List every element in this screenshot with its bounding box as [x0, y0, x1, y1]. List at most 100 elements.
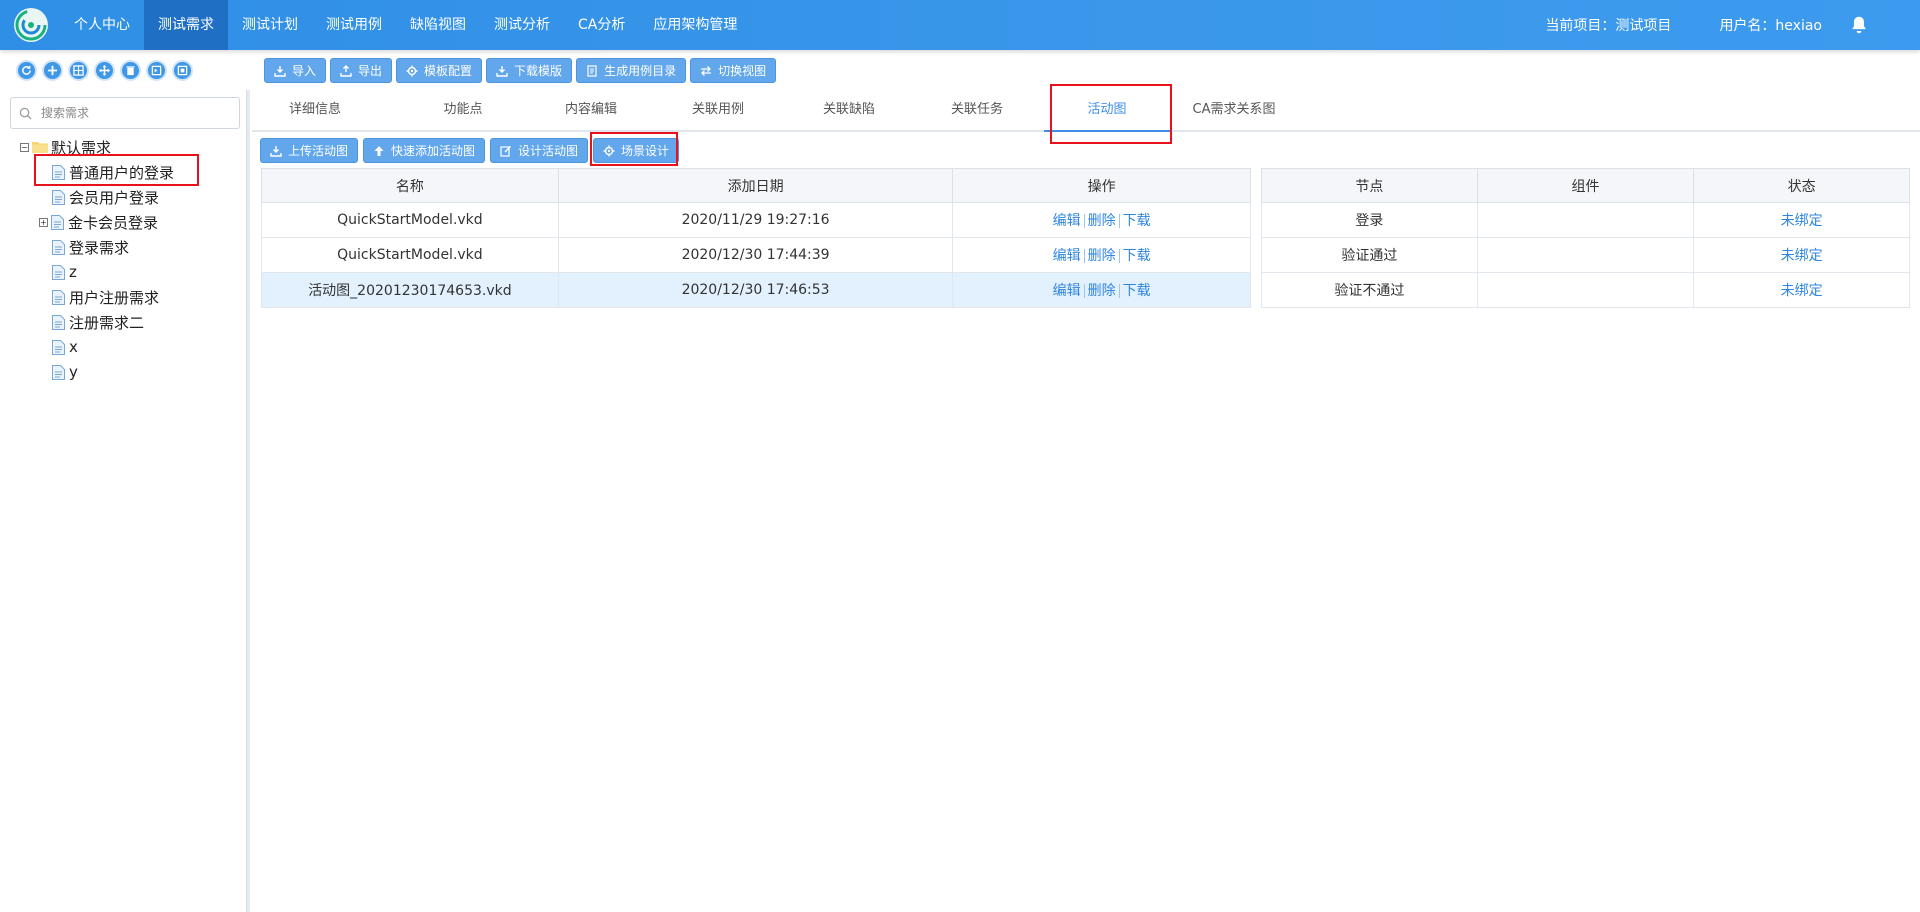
delete-node-button[interactable]: [120, 60, 141, 81]
download-link[interactable]: 下载: [1120, 248, 1154, 264]
unbound-link[interactable]: 未绑定: [1781, 248, 1823, 264]
file-date-cell: 2020/12/30 17:44:39: [557, 237, 954, 273]
generate-case-directory-label: 生成用例目录: [604, 64, 677, 78]
design-activity-button[interactable]: 设计活动图: [490, 138, 589, 163]
table-row[interactable]: 验证通过 未绑定: [1261, 237, 1910, 273]
column-header-status: 状态: [1693, 168, 1910, 203]
node-cell: 验证通过: [1261, 237, 1478, 273]
template-config-button[interactable]: 模板配置: [396, 58, 483, 83]
table-row[interactable]: 登录 未绑定: [1261, 202, 1910, 238]
current-project[interactable]: 当前项目：测试项目: [1545, 15, 1671, 35]
tree-node-item[interactable]: 用户注册需求: [52, 286, 159, 308]
document-icon: [52, 264, 65, 280]
table-row-selected[interactable]: 活动图_20201230174653.vkd 2020/12/30 17:46:…: [261, 272, 1251, 308]
status-cell: 未绑定: [1693, 272, 1910, 308]
generate-case-directory-button[interactable]: 生成用例目录: [576, 58, 687, 83]
main-toolbar: 导入 导出 模板配置 下载模版 生成用例目录 切换视图: [264, 58, 777, 83]
edit-link[interactable]: 编辑: [1050, 213, 1084, 229]
upload-activity-button[interactable]: 上传活动图: [260, 138, 359, 163]
document-icon: [52, 239, 65, 255]
gear-icon: [603, 145, 615, 156]
download-template-label: 下载模版: [514, 64, 563, 78]
unbound-link[interactable]: 未绑定: [1781, 213, 1823, 229]
export-button[interactable]: 导出: [330, 58, 393, 83]
username[interactable]: 用户名：hexiao: [1719, 15, 1822, 35]
expand-toggle-icon[interactable]: +: [39, 217, 48, 227]
tab-details[interactable]: 详细信息: [252, 90, 378, 132]
tab-ca-relation-diagram[interactable]: CA需求关系图: [1171, 90, 1297, 132]
file-name-cell: QuickStartModel.vkd: [261, 237, 559, 273]
tab-related-tasks[interactable]: 关联任务: [914, 90, 1040, 132]
switch-view-button[interactable]: 切换视图: [690, 58, 777, 83]
delete-link[interactable]: 删除: [1085, 213, 1119, 229]
tree-node-item[interactable]: z: [52, 261, 77, 283]
tab-related-cases[interactable]: 关联用例: [655, 90, 781, 132]
save-node-button[interactable]: [172, 60, 193, 81]
tab-function-points[interactable]: 功能点: [400, 90, 526, 132]
panel-splitter[interactable]: [246, 90, 250, 912]
activity-toolbar: 上传活动图 快速添加活动图 设计活动图 场景设计: [260, 138, 680, 163]
table-row[interactable]: QuickStartModel.vkd 2020/11/29 19:27:16 …: [261, 202, 1251, 238]
column-header-name: 名称: [261, 168, 559, 203]
bell-icon[interactable]: [1848, 14, 1870, 36]
tree-node-root[interactable]: − 默认需求: [20, 136, 111, 158]
download-link[interactable]: 下载: [1120, 213, 1154, 229]
switch-view-label: 切换视图: [718, 64, 767, 78]
edit-link[interactable]: 编辑: [1050, 248, 1084, 264]
delete-link[interactable]: 删除: [1085, 248, 1119, 264]
quick-add-activity-label: 快速添加活动图: [391, 144, 476, 158]
document-icon: [52, 164, 65, 180]
tree-node-item[interactable]: y: [52, 361, 78, 383]
tree-node-item[interactable]: 登录需求: [52, 236, 129, 258]
nav-defect-view[interactable]: 缺陷视图: [396, 0, 480, 50]
tab-activity-diagram[interactable]: 活动图: [1044, 90, 1170, 132]
import-button[interactable]: 导入: [264, 58, 327, 83]
nav-personal-center[interactable]: 个人中心: [60, 0, 144, 50]
tab-related-defects[interactable]: 关联缺陷: [786, 90, 912, 132]
download-template-button[interactable]: 下载模版: [486, 58, 573, 83]
file-name-cell: 活动图_20201230174653.vkd: [261, 272, 559, 308]
column-header-date: 添加日期: [557, 168, 954, 203]
tab-content-edit[interactable]: 内容编辑: [528, 90, 654, 132]
add-node-button[interactable]: [42, 60, 63, 81]
folder-icon: [32, 142, 48, 153]
tree-node-item[interactable]: + 金卡会员登录: [39, 211, 158, 233]
tree-node-item[interactable]: 普通用户的登录: [52, 161, 174, 183]
document-icon: [51, 214, 64, 230]
node-cell: 登录: [1261, 202, 1478, 238]
document-icon: [52, 314, 65, 330]
search-input[interactable]: [41, 103, 231, 123]
tree-node-item[interactable]: x: [52, 336, 78, 358]
nav-test-plan[interactable]: 测试计划: [228, 0, 312, 50]
table-row[interactable]: 验证不通过 未绑定: [1261, 272, 1910, 308]
grid-button[interactable]: [68, 60, 89, 81]
edit-link[interactable]: 编辑: [1050, 283, 1084, 299]
delete-link[interactable]: 删除: [1085, 283, 1119, 299]
nav-ca-analysis[interactable]: CA分析: [564, 0, 639, 50]
collapse-toggle-icon[interactable]: −: [20, 142, 29, 152]
unbound-link[interactable]: 未绑定: [1781, 283, 1823, 299]
file-date-cell: 2020/12/30 17:46:53: [557, 272, 954, 308]
move-button[interactable]: [94, 60, 115, 81]
refresh-button[interactable]: [16, 60, 37, 81]
search-icon: [19, 107, 32, 120]
document-icon: [52, 339, 65, 355]
nav-test-analysis[interactable]: 测试分析: [480, 0, 564, 50]
save-icon: [177, 65, 188, 76]
file-date-cell: 2020/11/29 19:27:16: [557, 202, 954, 238]
document-icon: [587, 64, 597, 77]
quick-add-activity-button[interactable]: 快速添加活动图: [363, 138, 486, 163]
tree-node-item[interactable]: 注册需求二: [52, 311, 144, 333]
document-icon: [52, 189, 65, 205]
scenario-design-button[interactable]: 场景设计: [593, 138, 680, 163]
export-node-button[interactable]: [146, 60, 167, 81]
nav-test-requirements[interactable]: 测试需求: [144, 0, 228, 50]
download-link[interactable]: 下载: [1120, 283, 1154, 299]
nav-test-cases[interactable]: 测试用例: [312, 0, 396, 50]
tree-node-item[interactable]: 会员用户登录: [52, 186, 159, 208]
nav-architecture-management[interactable]: 应用架构管理: [639, 0, 751, 50]
grid-icon: [73, 65, 84, 76]
table-row[interactable]: QuickStartModel.vkd 2020/12/30 17:44:39 …: [261, 237, 1251, 273]
activity-nodes-table: 节点 组件 状态 登录 未绑定 验证通过 未绑定 验证不通过 未绑定: [1261, 168, 1910, 308]
top-nav-bar: 个人中心 测试需求 测试计划 测试用例 缺陷视图 测试分析 CA分析 应用架构管…: [0, 0, 1920, 50]
